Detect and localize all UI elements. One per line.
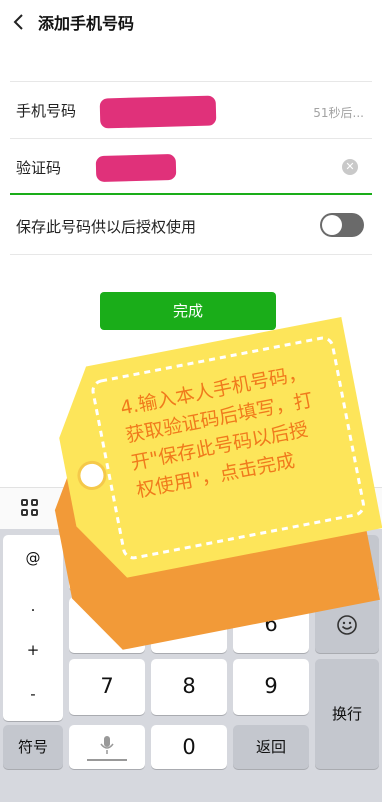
symbol-column: @ . + -: [3, 535, 63, 721]
key-1[interactable]: 1: [69, 535, 145, 591]
space-bar-line: [87, 759, 127, 761]
key-dot[interactable]: .: [3, 597, 63, 615]
key-8[interactable]: 8: [151, 659, 227, 715]
clear-icon[interactable]: ✕: [342, 159, 358, 175]
keyboard-toolbar: [0, 487, 382, 529]
instruction-line: 4.输入本人手机号码，: [118, 361, 309, 420]
save-number-label: 保存此号码供以后授权使用: [16, 218, 197, 236]
key-3[interactable]: 3: [233, 535, 309, 591]
key-0[interactable]: 0: [151, 725, 227, 769]
resend-countdown: 51秒后...: [313, 106, 364, 120]
key-plus[interactable]: +: [3, 641, 63, 659]
backspace-icon: [335, 553, 358, 571]
key-6[interactable]: 6: [233, 597, 309, 653]
page-title: 添加手机号码: [38, 14, 135, 33]
back-key[interactable]: 返回: [233, 725, 309, 769]
done-button[interactable]: 完成: [100, 292, 276, 330]
key-4[interactable]: 4: [69, 597, 145, 653]
instruction-line: 开"保存此号码以后授: [129, 418, 310, 475]
emoji-key[interactable]: [315, 597, 379, 653]
emoji-icon: [337, 615, 357, 635]
redacted-code: [95, 153, 177, 183]
save-number-row: 保存此号码供以后授权使用: [10, 196, 372, 254]
chevron-left-icon[interactable]: [8, 8, 32, 36]
key-7[interactable]: 7: [69, 659, 145, 715]
space-key[interactable]: [69, 725, 145, 769]
instruction-text: 4.输入本人手机号码， 获取验证码后填写，打 开"保存此号码以后授 权使用"，点…: [118, 359, 326, 505]
key-minus[interactable]: -: [3, 685, 63, 703]
divider: [10, 254, 372, 255]
key-9[interactable]: 9: [233, 659, 309, 715]
key-5[interactable]: 5: [151, 597, 227, 653]
key-at[interactable]: @: [3, 549, 63, 567]
delete-key[interactable]: [315, 535, 379, 591]
code-row[interactable]: 验证码 ✕: [10, 139, 372, 193]
redacted-phone: [99, 95, 217, 129]
phone-label: 手机号码: [16, 102, 77, 120]
top-bar: 添加手机号码: [0, 0, 382, 44]
code-input-underline: [10, 193, 372, 195]
instruction-line: 获取验证码后填写，打: [123, 389, 315, 448]
toggle-knob: [322, 215, 342, 235]
symbols-key[interactable]: 符号: [3, 725, 63, 769]
grid-menu-icon[interactable]: [21, 499, 39, 517]
newline-key[interactable]: 换行: [315, 659, 379, 769]
microphone-icon: [100, 736, 114, 754]
code-label: 验证码: [16, 159, 62, 177]
save-number-toggle[interactable]: [320, 213, 364, 237]
numeric-keyboard: @ . + - 符号 1 2 3 4 5 6 7 8 9 0 返回 换行: [0, 529, 382, 802]
phone-row[interactable]: 手机号码 51秒后...: [10, 82, 372, 138]
key-2[interactable]: 2: [151, 535, 227, 591]
